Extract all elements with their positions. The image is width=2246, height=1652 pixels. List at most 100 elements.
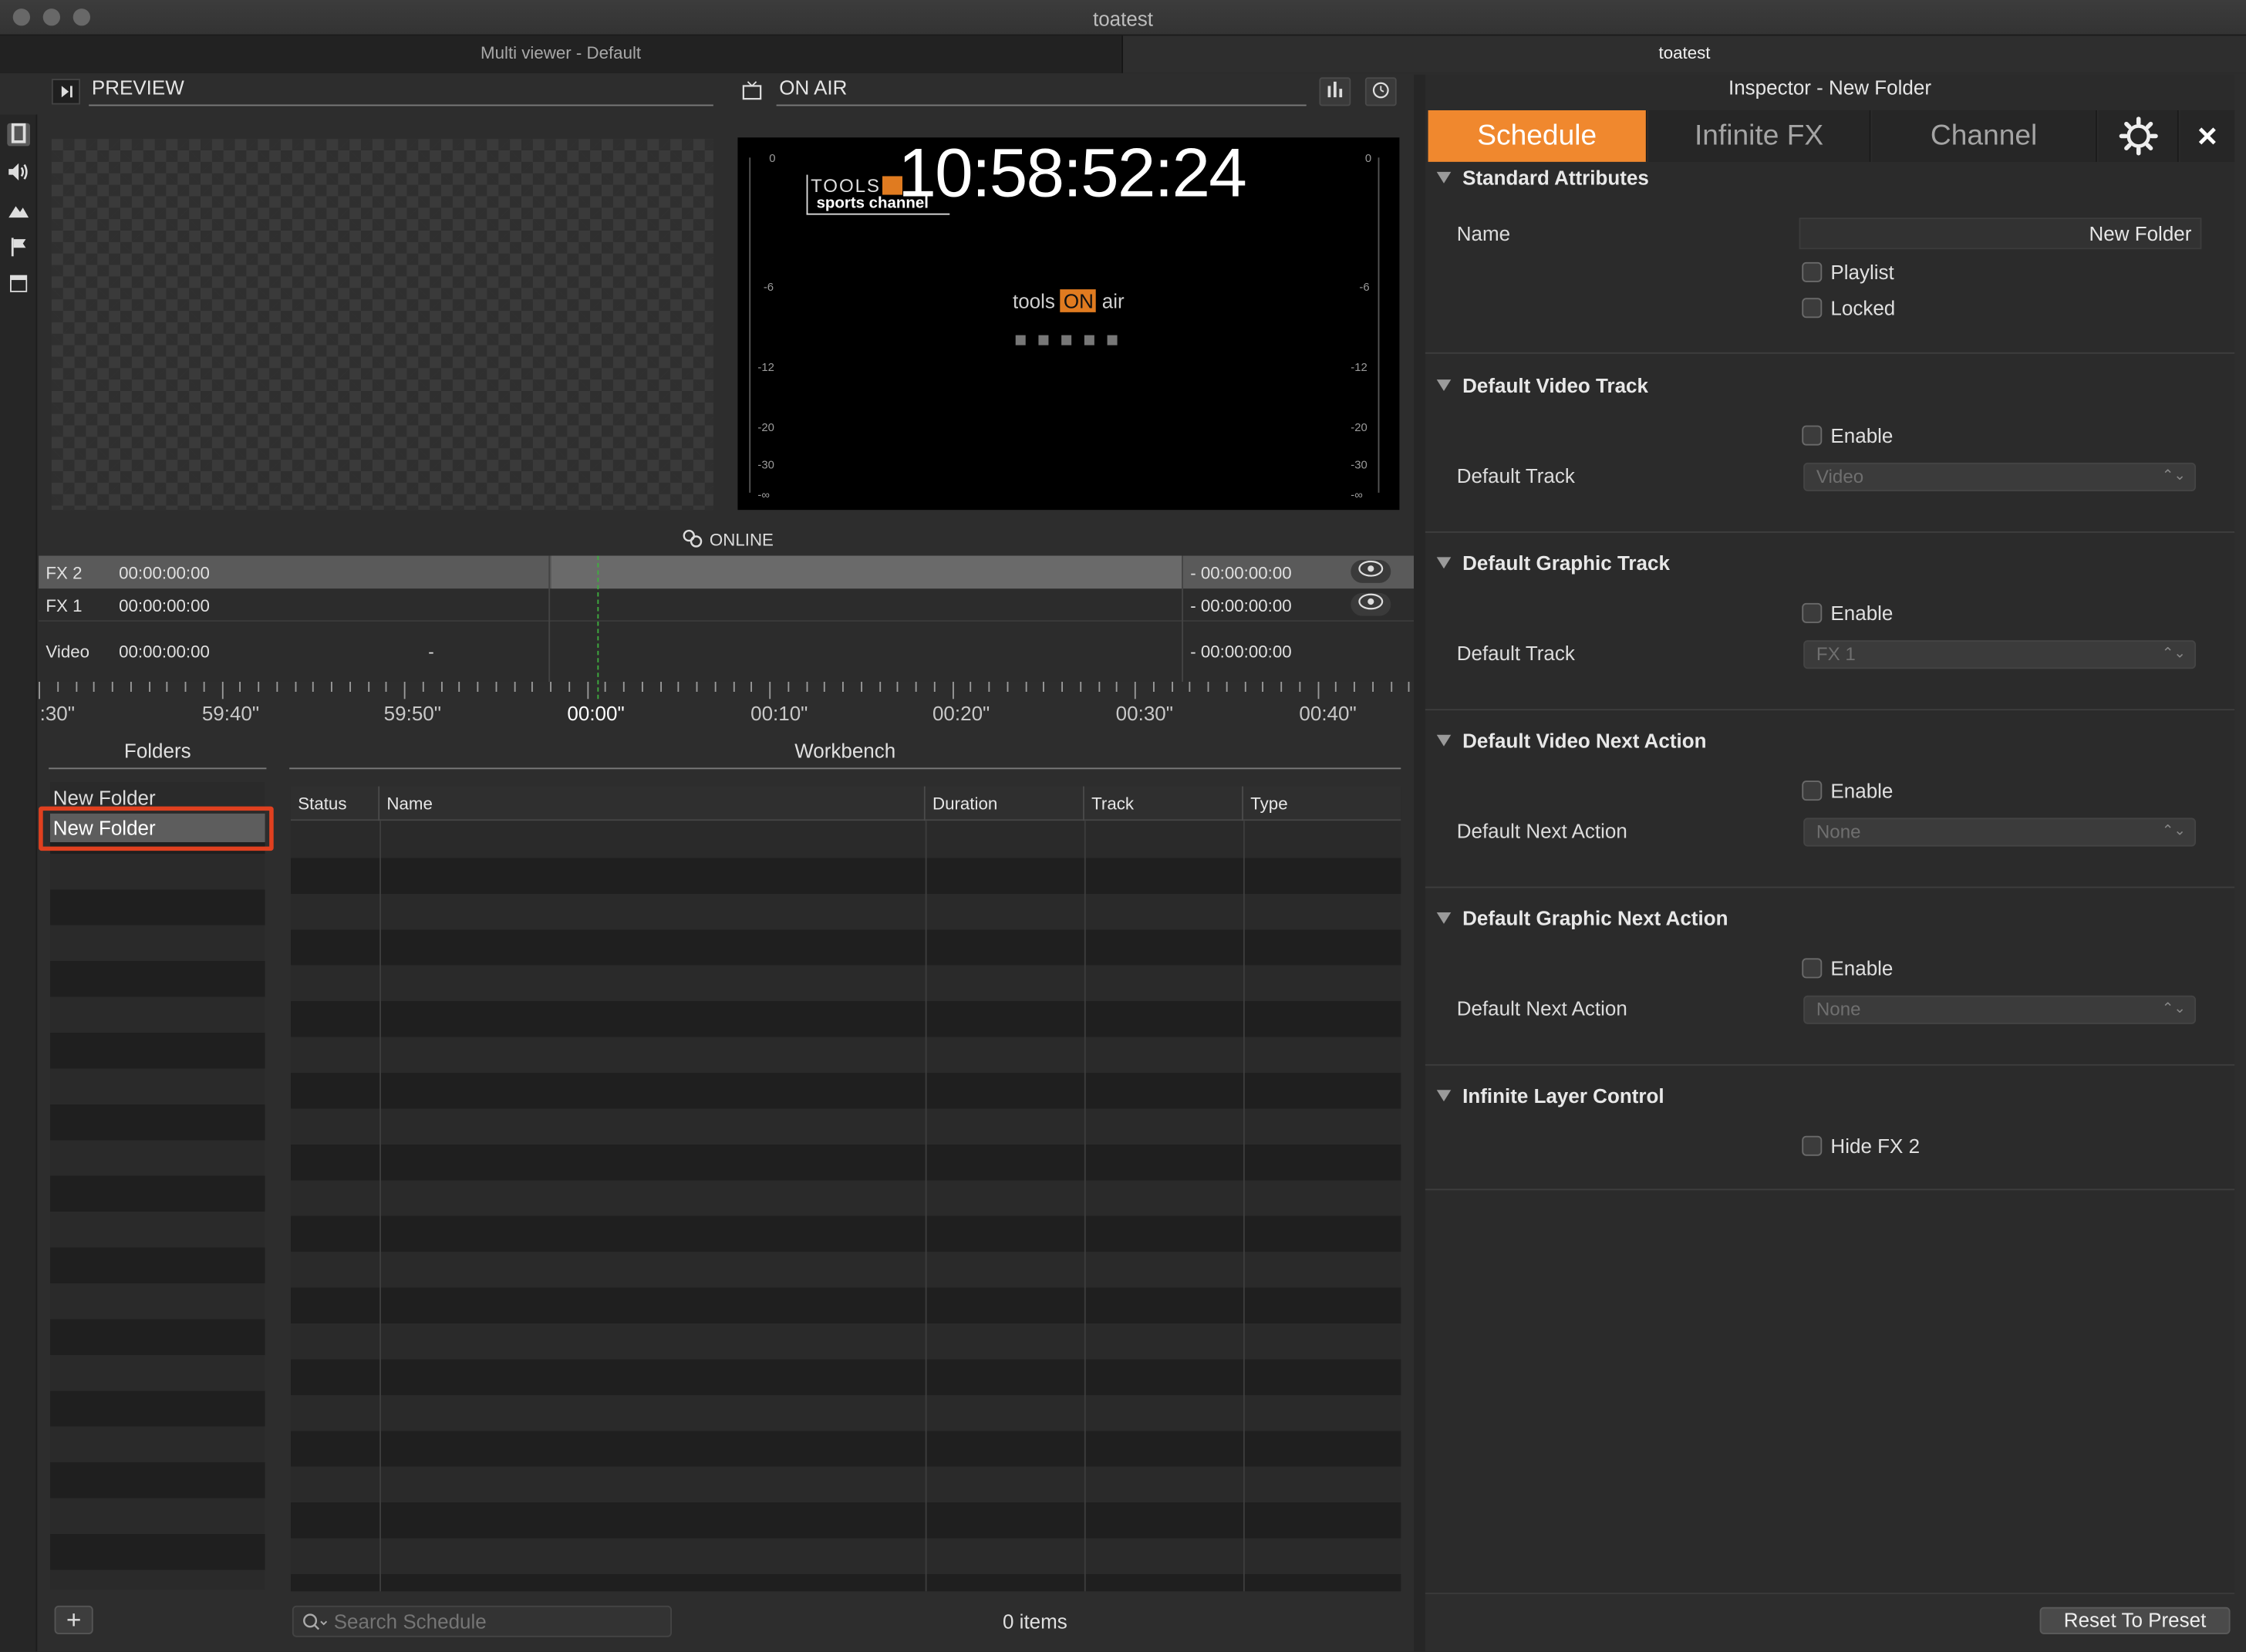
link-icon [683,529,703,548]
meter-tick: -30 [757,458,774,472]
default-next-action-select[interactable]: None ⌃⌄ [1803,995,2197,1024]
folders-list[interactable]: New Folder New Folder [50,782,265,1590]
column-track[interactable]: Track [1084,786,1244,821]
alarm-clock-icon[interactable] [1364,77,1397,106]
ruler-tick [677,682,680,693]
section-header[interactable]: Default Graphic Track [1436,551,1670,575]
default-track-select[interactable]: FX 1 ⌃⌄ [1803,640,2197,669]
ruler-tick [1354,682,1355,693]
table-body[interactable] [291,822,1401,1592]
ruler-tick [1152,682,1155,693]
inspector-title: Inspector - New Folder [1728,76,1931,99]
disclosure-triangle-icon [1436,379,1452,392]
reset-to-preset-button[interactable]: Reset To Preset [2039,1606,2231,1635]
meter-tick: -12 [1351,361,1367,374]
tab-toatest[interactable]: toatest [1121,35,2246,73]
ruler-label: 59:40" [201,702,260,725]
mountain-icon[interactable] [7,201,30,224]
section-header[interactable]: Default Graphic Next Action [1436,907,1728,929]
section-header[interactable]: Default Video Next Action [1436,729,1707,752]
station-logo: tools ON air [1013,289,1125,312]
tab-multi-viewer[interactable]: Multi viewer - Default [0,35,1122,73]
section-default-graphic-next-action: Default Graphic Next Action Enable Defau… [1425,907,2235,1066]
levels-chart-icon[interactable] [1319,77,1351,106]
ruler-tick [696,682,698,693]
ruler-tick [275,682,278,693]
enable-checkbox[interactable]: Enable [1802,424,1893,447]
add-folder-button[interactable]: + [54,1605,93,1635]
locked-checkbox[interactable]: Locked [1802,296,1895,319]
tab-bar: Multi viewer - Default toatest [0,35,2246,73]
updown-chevron-icon: ⌃⌄ [2161,823,2187,840]
preview-play-icon[interactable] [51,79,81,105]
section-header[interactable]: Infinite Layer Control [1436,1084,1664,1108]
tab-schedule[interactable]: Schedule [1428,110,1647,162]
ruler-tick [1207,682,1209,693]
ruler-tick [970,682,972,693]
window-icon[interactable] [7,275,30,298]
ruler-tick [1061,682,1064,693]
eye-icon[interactable] [1351,592,1391,616]
workbench-table[interactable]: Status Name Duration Track Type [291,786,1401,1592]
ruler-tick [1171,682,1173,693]
ruler-tick [93,682,96,693]
tab-infinite-fx[interactable]: Infinite FX [1648,110,1871,162]
column-duration[interactable]: Duration [926,786,1084,821]
speaker-icon[interactable] [7,163,30,187]
playhead[interactable] [597,555,599,700]
section-standard-attributes: Standard Attributes Name New Folder Play… [1425,166,2235,354]
ruler-tick [622,682,625,693]
ruler-tick [258,682,260,693]
flag-icon[interactable] [7,238,30,261]
meter-tick: -∞ [1351,488,1363,502]
hide-fx2-checkbox[interactable]: Hide FX 2 [1802,1134,1920,1158]
track-row-fx2[interactable]: FX 2 00:00:00:00 - 00:00:00:00 [39,555,1415,589]
section-header[interactable]: Standard Attributes [1436,166,1649,189]
film-icon[interactable] [7,123,31,147]
ruler-label: 59:50" [383,702,442,725]
track-label-divider [548,555,551,683]
track-end-time: - 00:00:00:00 [1190,642,1292,662]
column-name[interactable]: Name [379,786,926,821]
default-next-action-select[interactable]: None ⌃⌄ [1803,818,2197,847]
section-default-graphic-track: Default Graphic Track Enable Default Tra… [1425,551,2235,711]
meter-tick: -∞ [757,488,770,502]
ruler-tick [897,682,899,693]
ruler-tick [1024,682,1027,693]
enable-checkbox[interactable]: Enable [1802,779,1893,802]
default-track-label: Default Track [1456,464,1575,487]
ruler-tick [988,682,990,693]
track-end-time: - 00:00:00:00 [1190,562,1292,583]
ruler-tick [403,682,406,700]
eye-icon[interactable] [1351,560,1391,583]
playlist-checkbox[interactable]: Playlist [1802,261,1894,284]
default-track-select[interactable]: Video ⌃⌄ [1803,462,2197,492]
track-row-fx1[interactable]: FX 1 00:00:00:00 - 00:00:00:00 [39,588,1415,622]
name-field[interactable]: New Folder [1799,217,2202,250]
ruler-tick [787,682,789,693]
tab-channel[interactable]: Channel [1872,110,2097,162]
column-type[interactable]: Type [1243,787,1401,821]
ruler-tick [842,682,844,693]
column-status[interactable]: Status [291,786,380,821]
ruler-label: 00:40" [1299,702,1357,725]
ruler-tick [1098,682,1100,693]
timeline-ruler[interactable] [39,682,1414,700]
ruler-tick [586,682,588,700]
enable-checkbox[interactable]: Enable [1802,602,1893,625]
section-header[interactable]: Default Video Track [1436,374,1648,396]
ruler-tick [714,682,717,693]
splitter[interactable] [1414,74,1425,1652]
close-icon[interactable] [2180,110,2235,162]
ruler-tick [1189,682,1191,693]
section-infinite-layer-control: Infinite Layer Control Hide FX 2 [1425,1084,2235,1191]
workbench-title: Workbench [794,739,896,763]
search-input[interactable] [333,1608,663,1635]
track-row-video[interactable]: Video 00:00:00:00 - - 00:00:00:00 [39,622,1415,683]
disclosure-triangle-icon [1436,734,1452,747]
search-schedule-field[interactable] [292,1605,673,1637]
onair-clock: 10:58:52:24 [898,137,1246,212]
enable-checkbox[interactable]: Enable [1802,957,1893,979]
onair-monitor: 0 -6 -12 -20 -30 -∞ 0 -6 -12 -20 -30 -∞ … [737,137,1400,511]
gear-icon[interactable] [2098,110,2179,162]
